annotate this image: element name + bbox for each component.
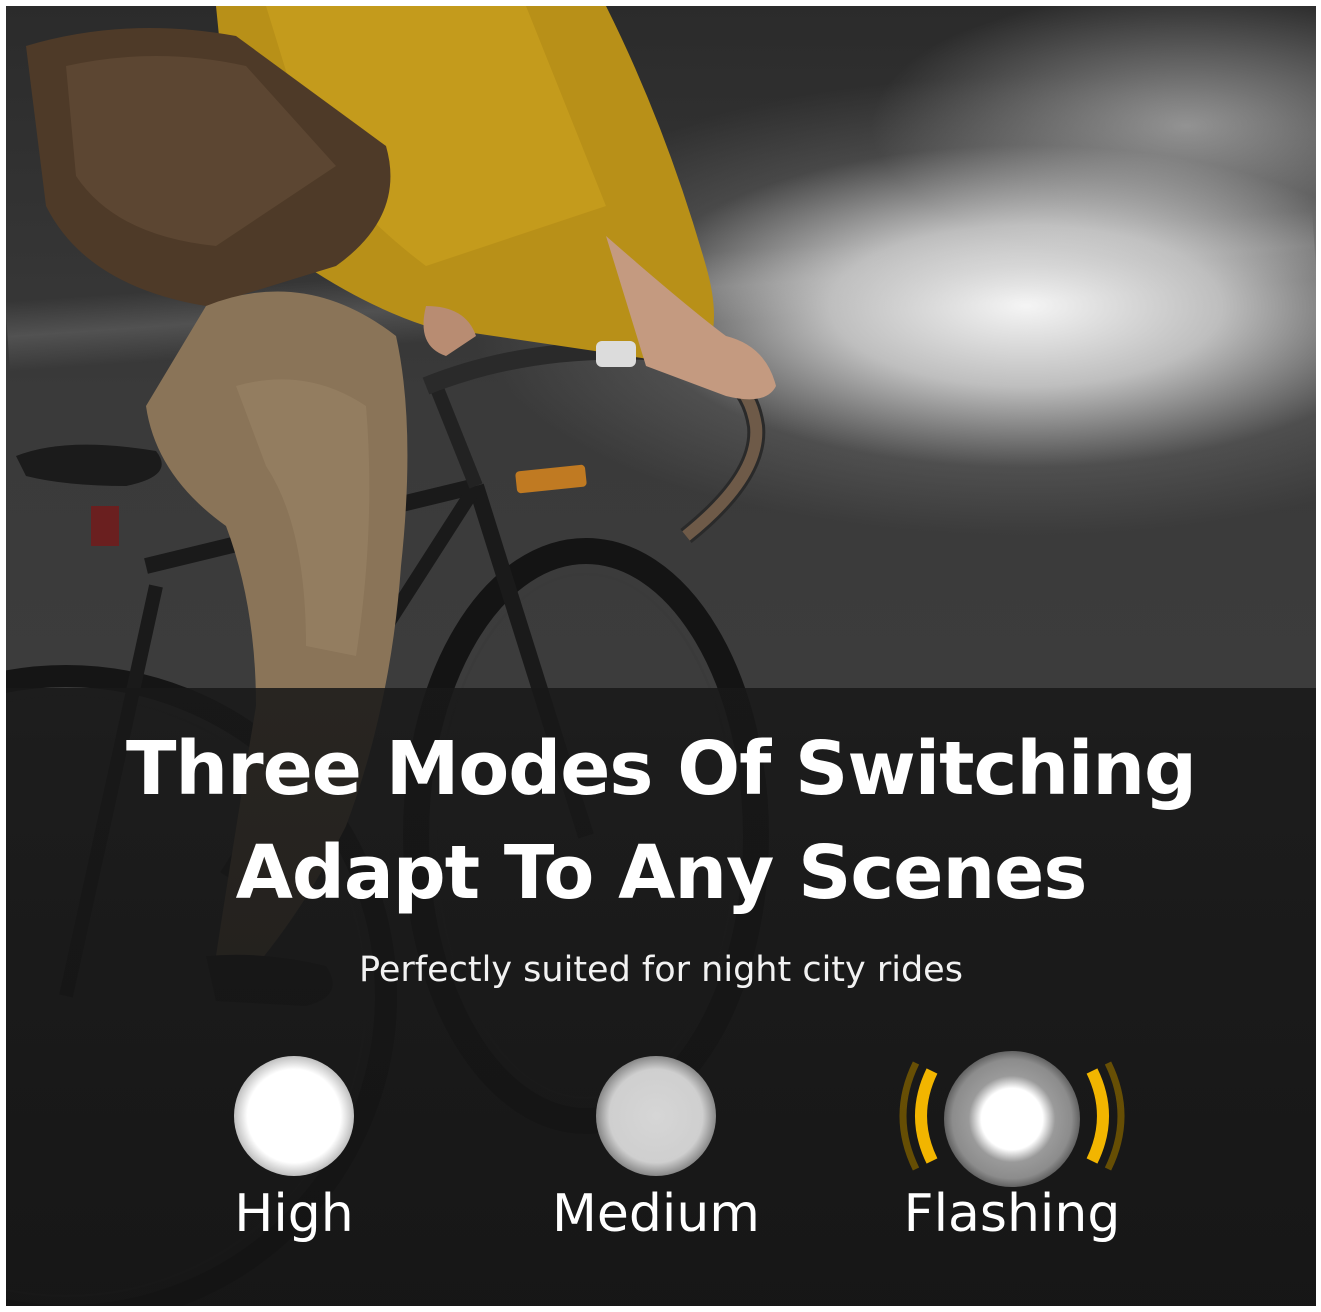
flash-arcs <box>899 1061 1125 1171</box>
mode-label-medium: Medium <box>552 1184 760 1244</box>
mode-medium <box>496 1041 816 1281</box>
flashing-light-icon <box>852 1041 1172 1191</box>
subtitle: Perfectly suited for night city rides <box>359 950 963 990</box>
dim-light-icon <box>496 1041 816 1191</box>
mode-high <box>134 1041 454 1281</box>
headline-line-1: Three Modes Of Switching <box>125 726 1197 812</box>
product-banner: Three Modes Of Switching Adapt To Any Sc… <box>6 6 1316 1306</box>
bright-light-icon <box>134 1041 454 1191</box>
mode-label-flashing: Flashing <box>903 1184 1121 1244</box>
mode-label-high: High <box>234 1184 354 1244</box>
headline-line-2: Adapt To Any Scenes <box>235 830 1088 916</box>
mode-flashing <box>852 1041 1172 1281</box>
